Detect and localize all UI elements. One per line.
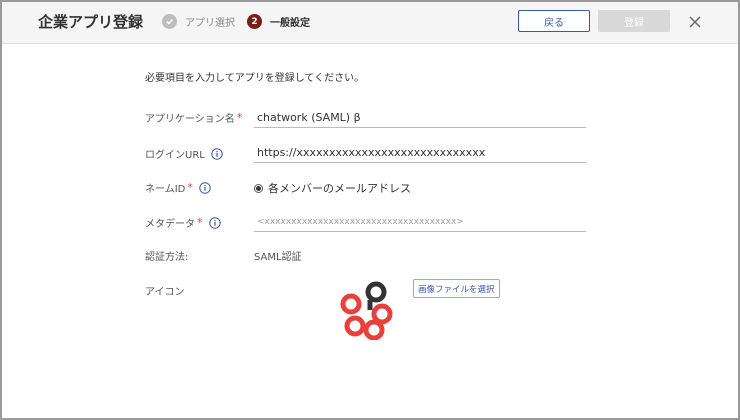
app-name-input[interactable]: chatwork (SAML) β xyxy=(254,108,586,128)
login-url-input[interactable]: https://xxxxxxxxxxxxxxxxxxxxxxxxxxxxx xyxy=(254,143,586,163)
app-name-label: アプリケーション名 xyxy=(145,114,235,125)
instruction-text: 必要項目を入力してアプリを登録してください。 xyxy=(145,73,365,84)
check-icon xyxy=(162,14,177,29)
step-general-settings: 2 一般設定 xyxy=(247,14,310,29)
name-id-radio-option[interactable]: 各メンバーのメールアドレス xyxy=(254,180,411,196)
name-id-label-row: ネームID * xyxy=(145,180,211,195)
step-app-select: アプリ選択 xyxy=(162,14,235,29)
required-mark: * xyxy=(187,181,193,194)
close-icon[interactable] xyxy=(688,14,702,28)
required-mark: * xyxy=(236,111,243,124)
info-icon[interactable] xyxy=(208,216,221,229)
auth-method-value: SAML認証 xyxy=(254,252,302,263)
login-url-label-row: ログインURL xyxy=(145,146,223,161)
step-number: 2 xyxy=(247,14,262,29)
name-id-label: ネームID xyxy=(145,184,186,195)
select-image-button[interactable]: 画像ファイルを選択 xyxy=(413,279,500,298)
page-title: 企業アプリ登録 xyxy=(38,13,144,31)
app-name-label-row: アプリケーション名 * xyxy=(145,110,242,125)
info-icon[interactable] xyxy=(211,147,223,160)
back-button[interactable]: 戻る xyxy=(518,10,590,32)
chatwork-logo-icon xyxy=(338,280,398,341)
required-mark: * xyxy=(197,216,203,229)
register-button[interactable]: 登録 xyxy=(598,10,670,32)
info-icon[interactable] xyxy=(199,181,211,194)
dialog-window: 企業アプリ登録 アプリ選択 2 一般設定 戻る 登録 必要項目を入力してアプリを… xyxy=(0,0,740,420)
step-app-select-label: アプリ選択 xyxy=(185,18,235,29)
metadata-label-row: メタデータ * xyxy=(145,215,221,230)
metadata-input[interactable]: <xxxxxxxxxxxxxxxxxxxxxxxxxxxxxxxxxxxx> xyxy=(254,212,586,232)
metadata-label: メタデータ xyxy=(145,219,195,230)
radio-button[interactable] xyxy=(254,183,263,193)
icon-label: アイコン xyxy=(145,287,185,298)
login-url-label: ログインURL xyxy=(145,150,205,161)
name-id-option-label: 各メンバーのメールアドレス xyxy=(268,182,411,195)
step-general-settings-label: 一般設定 xyxy=(270,18,310,29)
auth-method-label: 認証方法: xyxy=(145,252,189,263)
dialog-header: 企業アプリ登録 アプリ選択 2 一般設定 戻る 登録 xyxy=(2,2,738,44)
